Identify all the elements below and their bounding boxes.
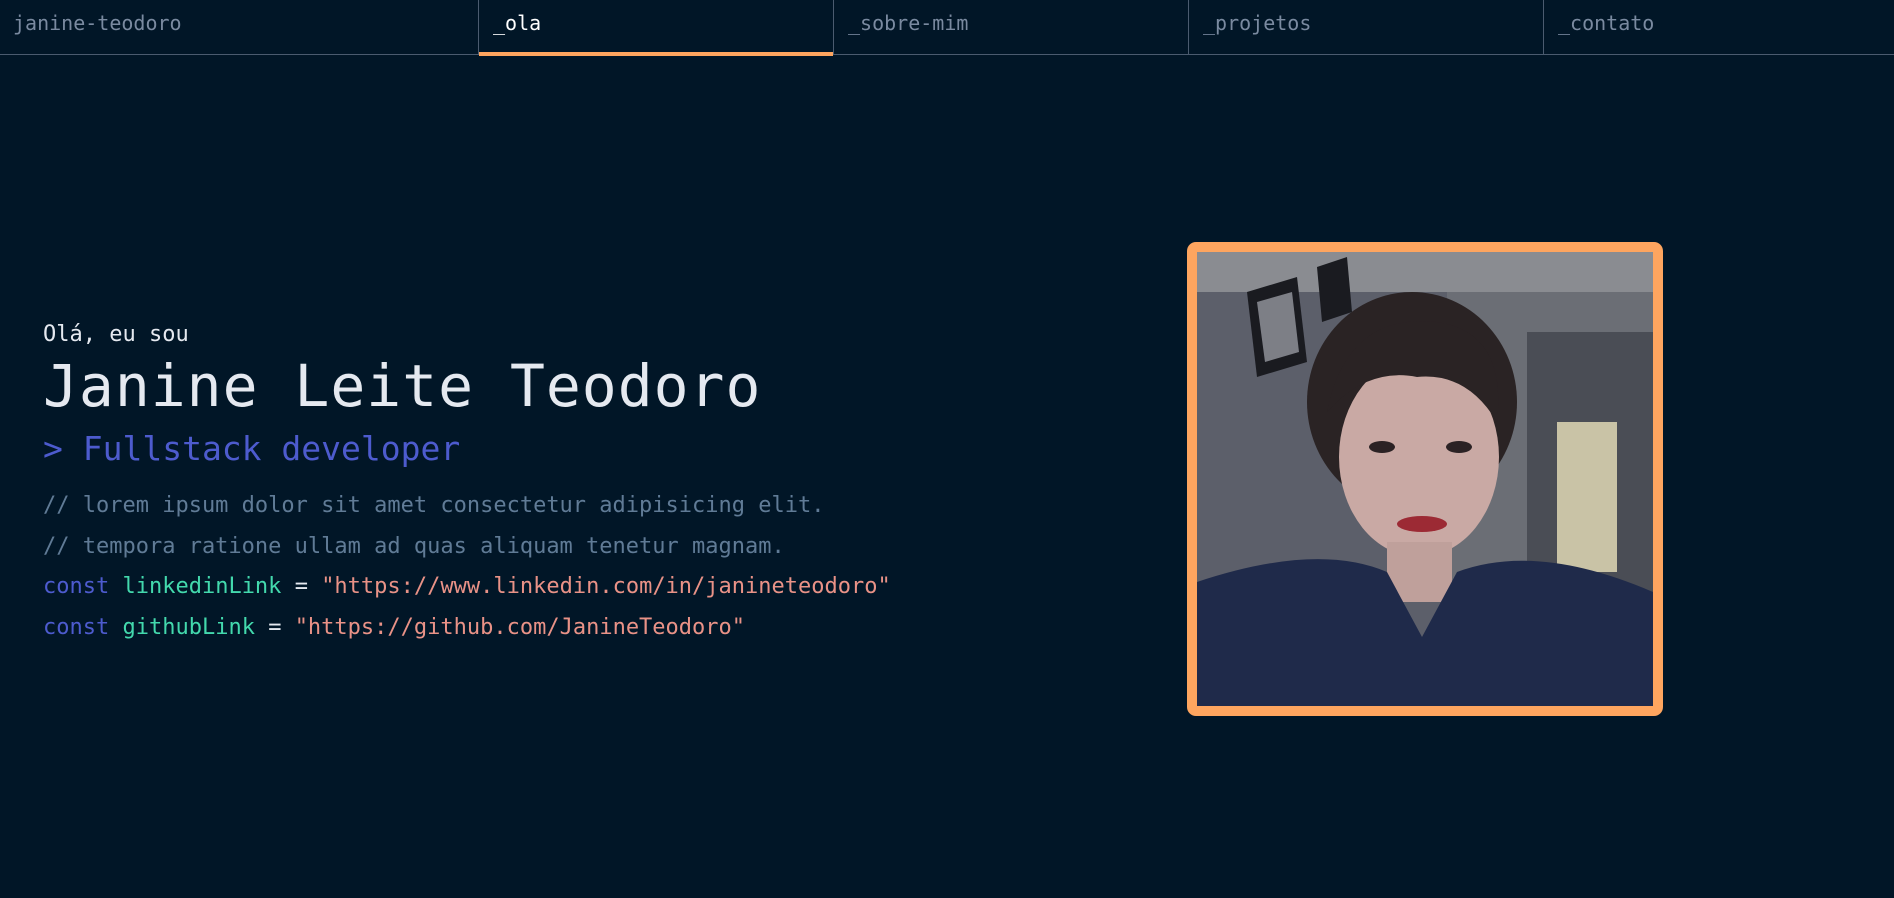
greeting-text: Olá, eu sou	[43, 322, 189, 347]
developer-role: > Fullstack developer	[43, 429, 461, 468]
linkedin-link[interactable]: "https://www.linkedin.com/in/janineteodo…	[321, 574, 891, 599]
linkedin-variable: linkedinLink	[122, 574, 282, 599]
assign-operator: =	[294, 574, 308, 599]
assign-operator: =	[268, 614, 282, 640]
profile-photo-icon	[1197, 252, 1653, 706]
linkedin-link-line: const linkedinLink = "https://www.linked…	[43, 567, 1143, 608]
portfolio-page: janine-teodoro _ola _sobre-mim _projetos…	[0, 0, 1894, 898]
const-keyword: const	[43, 574, 110, 599]
top-navigation: janine-teodoro _ola _sobre-mim _projetos…	[0, 0, 1894, 56]
github-variable: githubLink	[122, 614, 255, 640]
profile-photo	[1187, 242, 1663, 716]
code-comment-1: // lorem ipsum dolor sit amet consectetu…	[43, 493, 825, 518]
site-brand[interactable]: janine-teodoro	[0, 0, 479, 55]
tab-contato[interactable]: _contato	[1544, 0, 1894, 55]
tab-projetos[interactable]: _projetos	[1189, 0, 1544, 55]
developer-name: Janine Leite Teodoro	[43, 352, 762, 420]
hero-section: Olá, eu sou Janine Leite Teodoro > Fulls…	[43, 320, 1143, 648]
tab-ola[interactable]: _ola	[479, 0, 834, 56]
const-keyword: const	[43, 614, 110, 640]
code-comment-2: // tempora ratione ullam ad quas aliquam…	[43, 533, 785, 559]
tab-sobre-mim[interactable]: _sobre-mim	[834, 0, 1189, 55]
github-link[interactable]: "https://github.com/JanineTeodoro"	[295, 615, 745, 640]
github-link-line: const githubLink = "https://github.com/J…	[43, 608, 1143, 649]
